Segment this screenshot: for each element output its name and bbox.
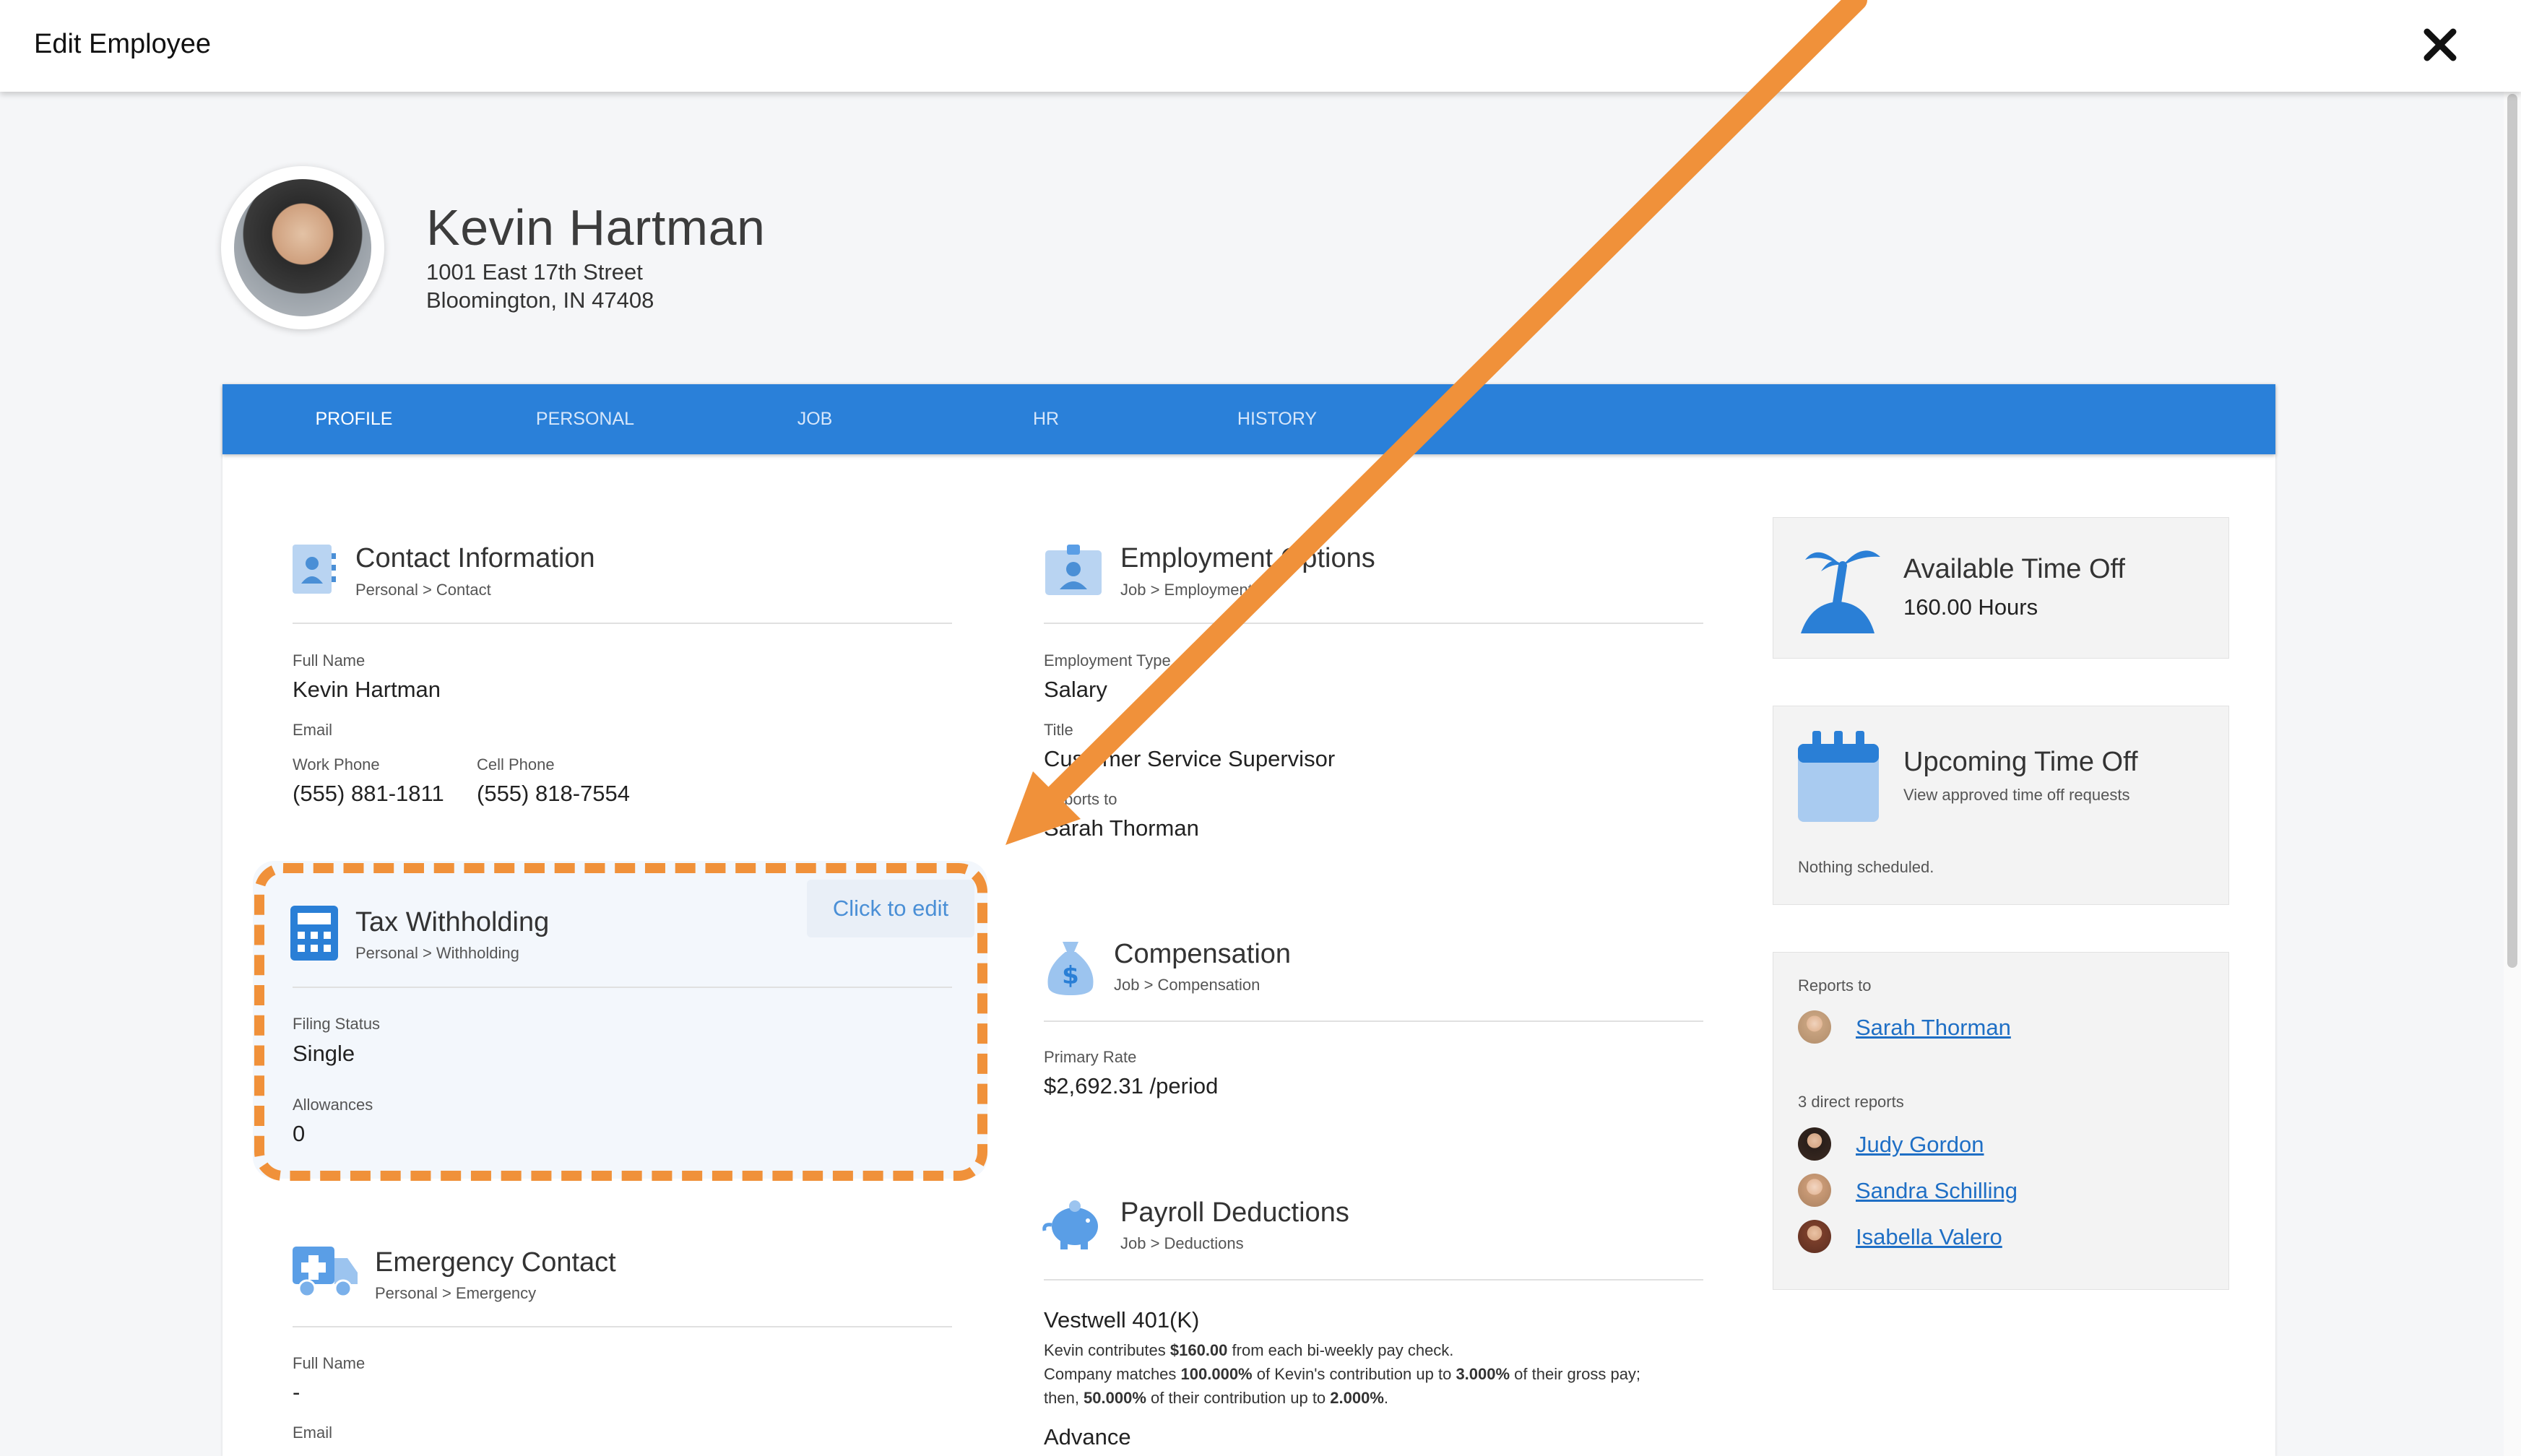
direct-report-link[interactable]: Sandra Schilling <box>1856 1178 2018 1204</box>
employee-address: 1001 East 17th Street Bloomington, IN 47… <box>426 258 654 314</box>
avatar <box>1798 1174 1831 1207</box>
work-phone-value: (555) 881-1811 <box>293 781 444 806</box>
plan-detail-line-2: Company matches 100.000% of Kevin's cont… <box>1044 1365 1641 1383</box>
ambulance-icon <box>291 1244 359 1299</box>
deduction-advance: Advance <box>1044 1424 1131 1450</box>
reports-to-value: Sarah Thorman <box>1044 815 1199 841</box>
tab-job[interactable]: JOB <box>721 384 909 454</box>
close-icon[interactable] <box>2417 22 2463 68</box>
work-phone-label: Work Phone <box>293 755 380 774</box>
upcoming-time-off-empty: Nothing scheduled. <box>1798 858 1934 876</box>
employment-title: Employment Options <box>1120 543 1375 573</box>
tab-history[interactable]: HISTORY <box>1183 384 1371 454</box>
cell-phone-label: Cell Phone <box>477 755 555 774</box>
tax-subtitle: Personal > Withholding <box>355 944 519 962</box>
employment-type-value: Salary <box>1044 677 1107 702</box>
divider <box>293 987 952 988</box>
employment-subtitle: Job > Employment <box>1120 581 1253 599</box>
piggy-bank-icon <box>1042 1199 1102 1252</box>
calculator-icon <box>289 904 340 962</box>
reports-to-label: Reports to <box>1044 790 1117 808</box>
tab-bar: PROFILE PERSONAL JOB HR HISTORY <box>222 384 2275 454</box>
employment-type-label: Employment Type <box>1044 651 1171 670</box>
divider <box>293 1326 952 1327</box>
primary-rate-label: Primary Rate <box>1044 1048 1137 1066</box>
compensation-subtitle: Job > Compensation <box>1114 976 1260 994</box>
tab-hr[interactable]: HR <box>952 384 1140 454</box>
available-time-off-title: Available Time Off <box>1903 554 2125 584</box>
tax-title: Tax Withholding <box>355 907 550 937</box>
job-title-value: Customer Service Supervisor <box>1044 746 1336 771</box>
contact-subtitle: Personal > Contact <box>355 581 491 599</box>
dialog-header: Edit Employee <box>0 0 2521 92</box>
click-to-edit-button[interactable]: Click to edit <box>807 880 974 937</box>
emergency-full-name-value: - <box>293 1379 300 1405</box>
employee-name: Kevin Hartman <box>426 199 766 256</box>
plan-details: Kevin contributes $160.00 from each bi-w… <box>1044 1338 1737 1410</box>
divider <box>1044 1020 1703 1022</box>
direct-reports-heading: 3 direct reports <box>1798 1093 1904 1111</box>
direct-report-link[interactable]: Isabella Valero <box>1856 1224 2002 1250</box>
allowances-label: Allowances <box>293 1096 373 1114</box>
divider <box>1044 623 1703 624</box>
avatar <box>1798 1220 1831 1253</box>
scrollbar-thumb[interactable] <box>2507 94 2517 968</box>
calendar-icon <box>1796 729 1880 823</box>
org-card: Reports to Sarah Thorman 3 direct report… <box>1773 952 2229 1290</box>
filing-status-label: Filing Status <box>293 1015 381 1033</box>
filing-status-value: Single <box>293 1041 355 1066</box>
direct-report-link[interactable]: Judy Gordon <box>1856 1132 1984 1158</box>
emergency-full-name-label: Full Name <box>293 1354 366 1372</box>
plan-detail-line-3: then, 50.000% of their contribution up t… <box>1044 1389 1389 1407</box>
emergency-email-label: Email <box>293 1424 333 1442</box>
available-time-off-card[interactable]: Available Time Off 160.00 Hours <box>1773 517 2229 659</box>
divider <box>293 623 952 624</box>
compensation-title: Compensation <box>1114 939 1292 969</box>
palm-tree-icon <box>1796 540 1883 636</box>
dialog-title: Edit Employee <box>34 29 212 59</box>
emergency-title: Emergency Contact <box>375 1247 616 1278</box>
avatar <box>1798 1010 1831 1044</box>
upcoming-time-off-title: Upcoming Time Off <box>1903 747 2138 777</box>
address-line-1: 1001 East 17th Street <box>426 259 643 285</box>
payroll-title: Payroll Deductions <box>1120 1197 1349 1228</box>
full-name-label: Full Name <box>293 651 366 670</box>
primary-rate-value: $2,692.31 /period <box>1044 1073 1219 1098</box>
svg-text:$: $ <box>1062 961 1079 990</box>
available-time-off-value: 160.00 Hours <box>1903 594 2038 620</box>
job-title-label: Title <box>1044 721 1073 739</box>
email-label: Email <box>293 721 333 739</box>
contact-title: Contact Information <box>355 543 595 573</box>
tab-personal[interactable]: PERSONAL <box>491 384 679 454</box>
divider <box>1044 1279 1703 1280</box>
avatar-photo <box>234 179 371 316</box>
reports-to-heading: Reports to <box>1798 976 1872 994</box>
allowances-value: 0 <box>293 1121 306 1146</box>
upcoming-time-off-subtitle[interactable]: View approved time off requests <box>1903 786 2129 805</box>
address-line-2: Bloomington, IN 47408 <box>426 287 654 313</box>
plan-name: Vestwell 401(K) <box>1044 1307 1200 1332</box>
id-badge-icon <box>1044 543 1103 597</box>
plan-detail-line-1: Kevin contributes $160.00 from each bi-w… <box>1044 1341 1454 1359</box>
manager-link[interactable]: Sarah Thorman <box>1856 1015 2011 1041</box>
cell-phone-value: (555) 818-7554 <box>477 781 630 806</box>
avatar[interactable] <box>221 166 384 329</box>
payroll-subtitle: Job > Deductions <box>1120 1234 1244 1252</box>
money-bag-icon: $ <box>1044 939 1097 997</box>
avatar <box>1798 1127 1831 1161</box>
contact-card-icon <box>291 543 337 594</box>
tab-profile[interactable]: PROFILE <box>260 384 448 454</box>
full-name-value: Kevin Hartman <box>293 677 441 702</box>
emergency-subtitle: Personal > Emergency <box>375 1284 537 1302</box>
upcoming-time-off-card[interactable]: Upcoming Time Off View approved time off… <box>1773 706 2229 905</box>
